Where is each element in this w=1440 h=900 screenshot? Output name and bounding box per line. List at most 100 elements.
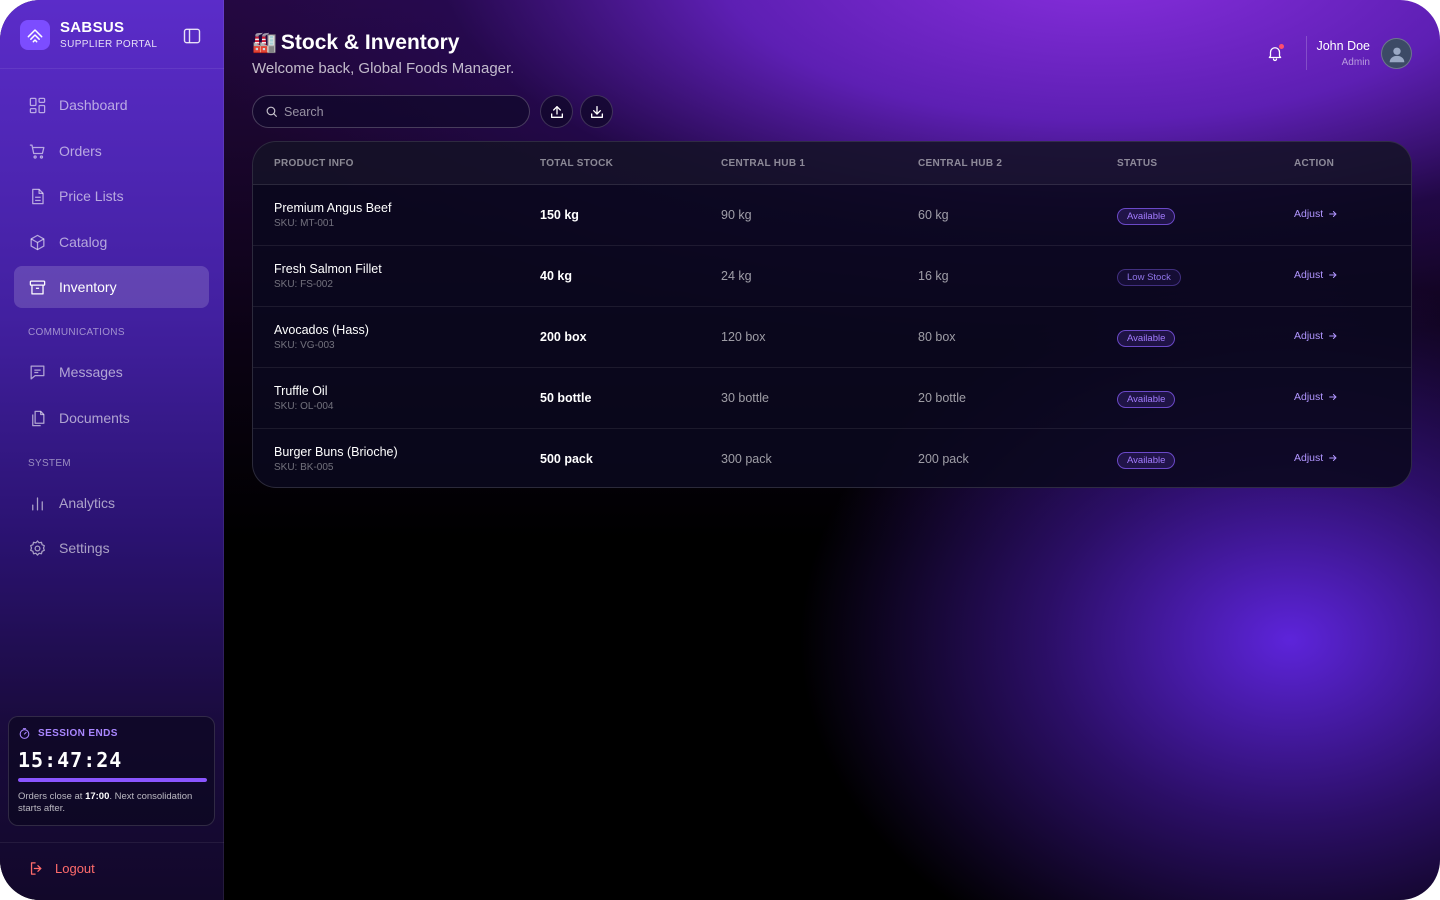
sidebar-item-label: Settings bbox=[59, 540, 110, 556]
session-note: Orders close at 17:00. Next consolidatio… bbox=[18, 791, 205, 815]
adjust-label: Adjust bbox=[1294, 330, 1324, 342]
user-role: Admin bbox=[1341, 57, 1370, 68]
column-header-central-hub-1[interactable]: CENTRAL HUB 1 bbox=[721, 158, 805, 169]
hub-2-stock: 80 box bbox=[918, 330, 956, 344]
brand-logo-icon bbox=[20, 20, 50, 50]
arrow-right-icon bbox=[1329, 455, 1337, 461]
product-sku: SKU: OL-004 bbox=[274, 401, 334, 412]
product-name: Avocados (Hass) bbox=[274, 323, 369, 337]
adjust-label: Adjust bbox=[1294, 452, 1324, 464]
session-card: SESSION ENDS 15:47:24 Orders close at 17… bbox=[8, 716, 215, 826]
table-header: PRODUCT INFO TOTAL STOCK CENTRAL HUB 1 C… bbox=[253, 142, 1411, 185]
divider bbox=[1306, 36, 1307, 70]
sidebar-item-price-lists[interactable]: Price Lists bbox=[14, 175, 209, 217]
sidebar-item-documents[interactable]: Documents bbox=[14, 397, 209, 439]
sidebar-item-settings[interactable]: Settings bbox=[14, 527, 209, 569]
upload-icon bbox=[550, 105, 563, 118]
hub-1-stock: 24 kg bbox=[721, 269, 752, 283]
avatar[interactable] bbox=[1381, 38, 1412, 69]
adjust-label: Adjust bbox=[1294, 208, 1324, 220]
divider bbox=[0, 68, 224, 69]
brand[interactable]: SABSUS SUPPLIER PORTAL bbox=[20, 20, 157, 50]
files-icon bbox=[32, 410, 45, 426]
sidebar-item-label: Orders bbox=[59, 143, 102, 159]
total-stock: 150 kg bbox=[540, 208, 579, 222]
sidebar-item-orders[interactable]: Orders bbox=[14, 130, 209, 172]
user-name[interactable]: John Doe bbox=[1316, 39, 1370, 53]
table-row[interactable]: Burger Buns (Brioche) SKU: BK-005 500 pa… bbox=[253, 429, 1411, 487]
logout-button[interactable]: Logout bbox=[28, 860, 95, 877]
column-header-total-stock[interactable]: TOTAL STOCK bbox=[540, 158, 613, 169]
session-heading: SESSION ENDS bbox=[38, 728, 118, 739]
section-label-system: SYSTEM bbox=[28, 458, 71, 469]
product-name: Burger Buns (Brioche) bbox=[274, 445, 398, 459]
gear-icon bbox=[30, 539, 45, 556]
page-subtitle: Welcome back, Global Foods Manager. bbox=[252, 60, 515, 77]
total-stock: 40 kg bbox=[540, 269, 572, 283]
adjust-button[interactable]: Adjust bbox=[1294, 452, 1338, 464]
page-title-row: 🏭 Stock & Inventory bbox=[252, 30, 459, 55]
search-input[interactable] bbox=[284, 104, 514, 119]
box-icon bbox=[30, 234, 45, 250]
status-badge: Available bbox=[1117, 208, 1176, 225]
inventory-table: PRODUCT INFO TOTAL STOCK CENTRAL HUB 1 C… bbox=[252, 141, 1412, 488]
sidebar-item-label: Messages bbox=[59, 364, 123, 380]
brand-name: SABSUS bbox=[60, 19, 125, 36]
user-icon bbox=[1389, 47, 1404, 62]
table-row[interactable]: Truffle Oil SKU: OL-004 50 bottle 30 bot… bbox=[253, 368, 1411, 429]
hub-1-stock: 90 kg bbox=[721, 208, 752, 222]
adjust-button[interactable]: Adjust bbox=[1294, 330, 1338, 342]
divider bbox=[0, 842, 224, 843]
sidebar-item-label: Dashboard bbox=[59, 97, 128, 113]
page-title: Stock & Inventory bbox=[280, 30, 460, 54]
sidebar-item-label: Catalog bbox=[59, 234, 108, 250]
sidebar-item-label: Documents bbox=[59, 410, 130, 426]
status-badge: Available bbox=[1117, 452, 1176, 469]
import-button[interactable] bbox=[580, 95, 613, 128]
table-row[interactable]: Premium Angus Beef SKU: MT-001 150 kg 90… bbox=[253, 185, 1411, 246]
search-box[interactable] bbox=[252, 95, 530, 128]
archive-icon bbox=[29, 280, 46, 294]
hub-1-stock: 300 pack bbox=[721, 452, 772, 466]
search-icon bbox=[266, 106, 277, 117]
session-note-time: 17:00 bbox=[85, 791, 110, 802]
adjust-label: Adjust bbox=[1294, 391, 1324, 403]
sidebar-item-analytics[interactable]: Analytics bbox=[14, 482, 209, 524]
export-button[interactable] bbox=[540, 95, 573, 128]
table-row[interactable]: Avocados (Hass) SKU: VG-003 200 box 120 … bbox=[253, 307, 1411, 368]
product-sku: SKU: FS-002 bbox=[274, 279, 333, 290]
product-name: Truffle Oil bbox=[274, 384, 328, 398]
sidebar-item-dashboard[interactable]: Dashboard bbox=[14, 84, 209, 126]
hub-2-stock: 60 kg bbox=[918, 208, 949, 222]
cart-icon bbox=[29, 144, 45, 159]
product-sku: SKU: BK-005 bbox=[274, 462, 334, 473]
bar-chart-icon bbox=[32, 496, 43, 510]
adjust-button[interactable]: Adjust bbox=[1294, 391, 1338, 403]
column-header-product-info[interactable]: PRODUCT INFO bbox=[274, 158, 354, 169]
sidebar-item-catalog[interactable]: Catalog bbox=[14, 221, 209, 263]
hub-2-stock: 20 bottle bbox=[918, 391, 966, 405]
adjust-button[interactable]: Adjust bbox=[1294, 208, 1338, 220]
arrow-right-icon bbox=[1329, 394, 1337, 400]
logout-label: Logout bbox=[55, 861, 95, 876]
section-label-communications: COMMUNICATIONS bbox=[28, 327, 125, 338]
status-badge: Low Stock bbox=[1117, 269, 1181, 286]
session-note-prefix: Orders close at bbox=[18, 791, 86, 802]
arrow-right-icon bbox=[1329, 272, 1337, 278]
sidebar: SABSUS SUPPLIER PORTAL Dashboard Orders … bbox=[0, 0, 224, 900]
column-header-central-hub-2[interactable]: CENTRAL HUB 2 bbox=[918, 158, 1002, 169]
brand-subtitle: SUPPLIER PORTAL bbox=[60, 39, 158, 50]
session-countdown: 15:47:24 bbox=[18, 748, 123, 772]
product-name: Fresh Salmon Fillet bbox=[274, 262, 382, 276]
notifications-button[interactable] bbox=[1260, 38, 1290, 68]
sidebar-item-label: Price Lists bbox=[59, 188, 124, 204]
table-row[interactable]: Fresh Salmon Fillet SKU: FS-002 40 kg 24… bbox=[253, 246, 1411, 307]
sidebar-item-label: Inventory bbox=[59, 279, 117, 295]
sidebar-item-messages[interactable]: Messages bbox=[14, 351, 209, 393]
column-header-action: ACTION bbox=[1294, 158, 1335, 169]
column-header-status[interactable]: STATUS bbox=[1117, 158, 1157, 169]
total-stock: 500 pack bbox=[540, 452, 593, 466]
adjust-button[interactable]: Adjust bbox=[1294, 269, 1338, 281]
sidebar-toggle-icon[interactable] bbox=[182, 26, 202, 46]
sidebar-item-inventory[interactable]: Inventory bbox=[14, 266, 209, 308]
